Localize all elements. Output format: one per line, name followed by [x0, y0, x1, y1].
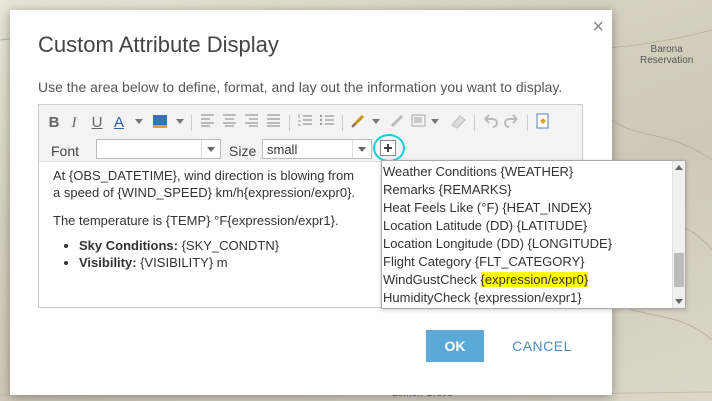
list-item-value: {SKY_CONDTN}	[177, 238, 280, 253]
dropdown-item-label: WindGustCheck	[383, 272, 481, 287]
close-icon[interactable]: ×	[592, 16, 604, 39]
toolbar-divider	[191, 115, 192, 131]
annotation-highlight-ring	[373, 134, 405, 162]
align-center-icon[interactable]	[222, 113, 238, 133]
content-line: At {OBS_DATETIME}, wind direction is blo…	[53, 168, 355, 183]
dropdown-item[interactable]: HumidityCheck {expression/expr1}	[383, 289, 582, 307]
dropdown-item[interactable]: Weather Conditions {WEATHER}	[383, 163, 573, 181]
font-color-button[interactable]: A	[112, 113, 126, 133]
dropdown-item[interactable]: Heat Feels Like (°F) {HEAT_INDEX}	[383, 199, 592, 217]
dropdown-item[interactable]: Flight Category {FLT_CATEGORY}	[383, 253, 585, 271]
list-item: Visibility: {VISIBILITY} m	[79, 254, 355, 271]
background-color-icon[interactable]	[152, 113, 170, 133]
toolbar-divider	[474, 115, 475, 131]
align-left-icon[interactable]	[200, 113, 216, 133]
map-label-barona: Barona Reservation	[640, 44, 694, 66]
dialog-description: Use the area below to define, format, an…	[38, 79, 563, 95]
chevron-down-icon	[201, 140, 220, 158]
toolbar-divider	[342, 115, 343, 131]
content-bullet-list: Sky Conditions: {SKY_CONDTN} Visibility:…	[53, 237, 355, 271]
dropdown-item[interactable]: Remarks {REMARKS}	[383, 181, 512, 199]
font-color-caret[interactable]	[135, 119, 143, 124]
image-caret[interactable]	[431, 119, 439, 124]
dropdown-item[interactable]: Location Longitude (DD) {LONGITUDE}	[383, 235, 612, 253]
dropdown-item[interactable]: Location Latitude (DD) {LATITUDE}	[383, 217, 587, 235]
bulleted-list-icon[interactable]	[319, 113, 335, 133]
cancel-button[interactable]: CANCEL	[498, 330, 586, 362]
field-dropdown: Weather Conditions {WEATHER} Remarks {RE…	[381, 160, 686, 309]
align-right-icon[interactable]	[244, 113, 260, 133]
list-item-label: Sky Conditions:	[79, 238, 178, 253]
content-line: a speed of {WIND_SPEED} km/h{expression/…	[53, 185, 356, 200]
editor-content[interactable]: At {OBS_DATETIME}, wind direction is blo…	[53, 167, 355, 271]
highlighted-expression: {expression/expr0}	[480, 272, 589, 287]
link-icon[interactable]	[350, 113, 368, 133]
view-source-icon[interactable]	[535, 113, 551, 133]
content-line: The temperature is {TEMP} °F{expression/…	[53, 213, 339, 228]
toolbar-divider	[289, 115, 290, 131]
eraser-icon[interactable]	[449, 113, 467, 133]
scroll-up-icon[interactable]	[675, 165, 683, 170]
italic-button[interactable]: I	[68, 113, 80, 133]
align-justify-icon[interactable]	[266, 113, 282, 133]
dropdown-scrollbar[interactable]	[672, 161, 685, 308]
image-icon[interactable]	[411, 113, 427, 133]
toolbar-divider	[527, 115, 528, 131]
chevron-down-icon	[352, 140, 371, 158]
scroll-thumb[interactable]	[674, 253, 684, 287]
size-label: Size	[229, 143, 257, 159]
undo-icon[interactable]	[482, 113, 498, 133]
numbered-list-icon[interactable]	[297, 113, 313, 133]
size-select-value: small	[267, 142, 298, 157]
font-select[interactable]	[96, 139, 221, 159]
underline-button[interactable]: U	[90, 113, 104, 133]
list-item-label: Visibility:	[79, 255, 137, 270]
dialog-title: Custom Attribute Display	[38, 32, 279, 57]
list-item: Sky Conditions: {SKY_CONDTN}	[79, 237, 355, 254]
link-caret[interactable]	[372, 119, 380, 124]
list-item-value: {VISIBILITY} m	[136, 255, 228, 270]
ok-button[interactable]: OK	[426, 330, 484, 362]
size-select[interactable]: small	[262, 139, 372, 159]
background-color-caret[interactable]	[176, 119, 184, 124]
scroll-down-icon[interactable]	[675, 299, 683, 304]
redo-icon[interactable]	[504, 113, 520, 133]
font-label: Font	[51, 143, 80, 159]
unlink-icon[interactable]	[389, 113, 405, 133]
editor-toolbar: B I U A Font Size small	[39, 105, 582, 162]
bold-button[interactable]: B	[47, 113, 61, 133]
dropdown-item-windgust[interactable]: WindGustCheck {expression/expr0}	[383, 271, 589, 289]
